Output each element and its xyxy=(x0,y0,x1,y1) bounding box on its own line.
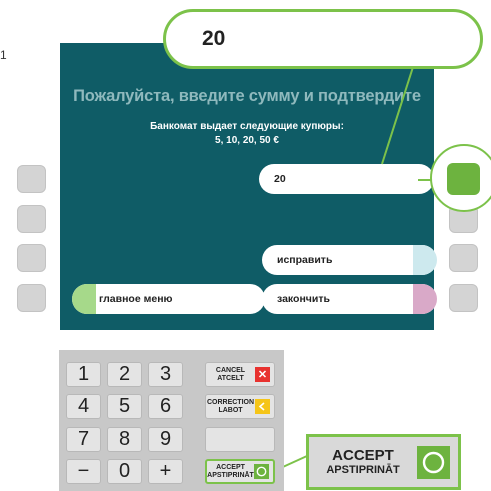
finish-button-label: закончить xyxy=(277,293,330,305)
chevron-left-icon xyxy=(255,399,270,414)
key-9[interactable]: 9 xyxy=(148,427,183,452)
key-1[interactable]: 1 xyxy=(66,362,101,387)
correction-key-label: CORRECTION LABOT xyxy=(206,399,255,415)
circle-icon xyxy=(254,464,269,479)
accept-key-label: ACCEPT APSTIPRINĀT xyxy=(207,464,254,480)
key-minus[interactable]: − xyxy=(66,459,101,484)
zoomed-accept-label: ACCEPT APSTIPRINĀT xyxy=(309,446,417,477)
keypad: 1 2 3 4 5 6 7 8 9 − 0 + CANCEL ATCELT ✕ … xyxy=(59,350,284,491)
key-3[interactable]: 3 xyxy=(148,362,183,387)
key-4[interactable]: 4 xyxy=(66,394,101,419)
cancel-key-text: CANCEL xyxy=(215,366,246,374)
key-2[interactable]: 2 xyxy=(107,362,142,387)
key-6[interactable]: 6 xyxy=(148,394,183,419)
x-icon: ✕ xyxy=(255,367,270,382)
cancel-key-label: CANCEL ATCELT xyxy=(206,367,255,383)
key-0[interactable]: 0 xyxy=(107,459,142,484)
main-menu-button-label: главное меню xyxy=(99,293,173,305)
confirm-side-key[interactable] xyxy=(447,163,480,195)
cancel-key-subtext: ATCELT xyxy=(217,374,244,382)
amount-value: 20 xyxy=(274,173,286,185)
key-8[interactable]: 8 xyxy=(107,427,142,452)
cancel-key[interactable]: CANCEL ATCELT ✕ xyxy=(205,362,275,387)
key-plus[interactable]: + xyxy=(148,459,183,484)
zoomed-circle-icon xyxy=(417,445,450,479)
blank-key[interactable] xyxy=(205,427,275,452)
main-menu-button-accent xyxy=(72,284,96,314)
zoomed-accept-callout: ACCEPT APSTIPRINĀT xyxy=(306,434,461,490)
accept-key-subtext: APSTIPRINĀT xyxy=(207,471,254,479)
key-5[interactable]: 5 xyxy=(107,394,142,419)
accept-key[interactable]: ACCEPT APSTIPRINĀT xyxy=(205,459,275,484)
correct-button-label: исправить xyxy=(277,254,333,266)
accept-key-text: ACCEPT xyxy=(216,463,245,471)
key-7[interactable]: 7 xyxy=(66,427,101,452)
finish-button-accent xyxy=(413,284,437,314)
zoomed-accept-text: ACCEPT xyxy=(332,446,394,464)
zoomed-amount-callout: 20 xyxy=(163,9,483,69)
correction-key[interactable]: CORRECTION LABOT xyxy=(205,394,275,419)
zoomed-amount-value: 20 xyxy=(202,27,226,50)
correction-key-subtext: LABOT xyxy=(218,406,243,414)
correction-key-text: CORRECTION xyxy=(206,398,255,406)
amount-pointer-line xyxy=(381,66,414,165)
zoomed-accept-subtext: APSTIPRINĀT xyxy=(326,463,400,476)
correct-button-accent xyxy=(413,245,437,275)
